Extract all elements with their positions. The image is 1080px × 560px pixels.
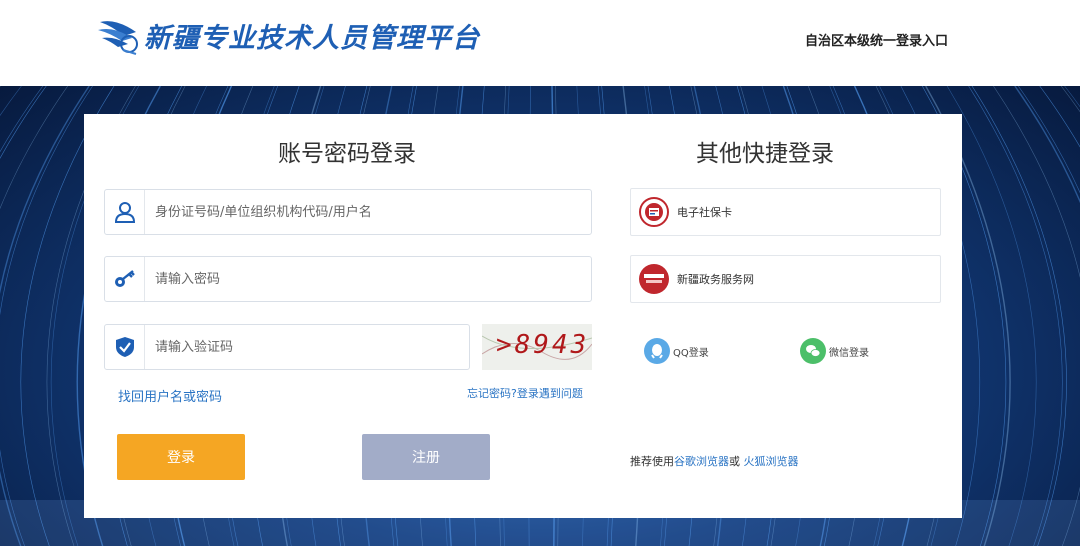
login-entry-label: 自治区本级统一登录入口 bbox=[804, 34, 948, 49]
background-streak bbox=[0, 86, 68, 560]
site-title: 新疆专业技术人员管理平台 bbox=[144, 22, 480, 54]
username-field[interactable] bbox=[104, 189, 592, 235]
social-security-card-icon bbox=[639, 197, 669, 227]
login-card: 账号密码登录 其他快捷登录 身份证号码/单位组织机构代码/用户名 请输入验证码 … bbox=[84, 114, 962, 518]
qq-login-button[interactable]: QQ登录 bbox=[644, 338, 709, 364]
background-streak bbox=[968, 86, 1063, 560]
background-streak bbox=[0, 86, 47, 160]
logo-icon bbox=[98, 21, 138, 55]
qq-login-label: QQ登录 bbox=[673, 347, 709, 359]
password-input[interactable] bbox=[145, 257, 591, 301]
qq-icon bbox=[644, 338, 670, 364]
wechat-login-label: 微信登录 bbox=[829, 347, 869, 359]
key-icon bbox=[105, 257, 145, 301]
background-streak bbox=[1064, 86, 1080, 108]
background-streak bbox=[1018, 86, 1080, 194]
background-streak bbox=[971, 86, 1067, 560]
background-streak bbox=[0, 86, 90, 560]
username-input[interactable] bbox=[145, 190, 591, 234]
browser-recommendation: 推荐使用谷歌浏览器或 火狐浏览器 bbox=[630, 453, 799, 469]
background-streak bbox=[1060, 86, 1080, 113]
password-field[interactable] bbox=[104, 256, 592, 302]
chrome-link[interactable]: 谷歌浏览器 bbox=[674, 455, 729, 468]
recommend-or: 或 bbox=[729, 455, 740, 468]
captcha-image[interactable]: >8943 bbox=[482, 324, 592, 370]
user-icon bbox=[105, 190, 145, 234]
login-button[interactable]: 登录 bbox=[117, 434, 245, 480]
captcha-input[interactable] bbox=[145, 325, 469, 369]
captcha-text: >8943 bbox=[496, 330, 590, 360]
wechat-login-button[interactable]: 微信登录 bbox=[800, 338, 869, 364]
firefox-link[interactable]: 火狐浏览器 bbox=[740, 455, 798, 468]
background-streak bbox=[0, 86, 93, 560]
find-account-link[interactable]: 找回用户名或密码 bbox=[118, 386, 222, 405]
register-button[interactable]: 注册 bbox=[362, 434, 490, 480]
xinjiang-gov-service-icon bbox=[639, 264, 669, 294]
gov-service-login[interactable]: 新疆政务服务网 bbox=[630, 255, 941, 303]
recommend-prefix: 推荐使用 bbox=[630, 455, 674, 468]
account-login-title: 账号密码登录 bbox=[278, 141, 416, 167]
social-security-card-login[interactable]: 电子社保卡 bbox=[630, 188, 941, 236]
gov-service-label: 新疆政务服务网 bbox=[677, 273, 754, 286]
shield-icon bbox=[105, 325, 145, 369]
header: 新疆专业技术人员管理平台 自治区本级统一登录入口 bbox=[0, 0, 1080, 86]
logo[interactable]: 新疆专业技术人员管理平台 bbox=[96, 14, 480, 56]
background-streak bbox=[1039, 86, 1080, 148]
forgot-password-link[interactable]: 忘记密码?登录遇到问题 bbox=[467, 385, 583, 401]
quick-login-title: 其他快捷登录 bbox=[696, 141, 834, 167]
background-streak bbox=[0, 86, 44, 153]
footer-strip bbox=[0, 546, 1080, 560]
captcha-field[interactable] bbox=[104, 324, 470, 370]
social-security-card-label: 电子社保卡 bbox=[677, 206, 732, 219]
wechat-icon bbox=[800, 338, 826, 364]
